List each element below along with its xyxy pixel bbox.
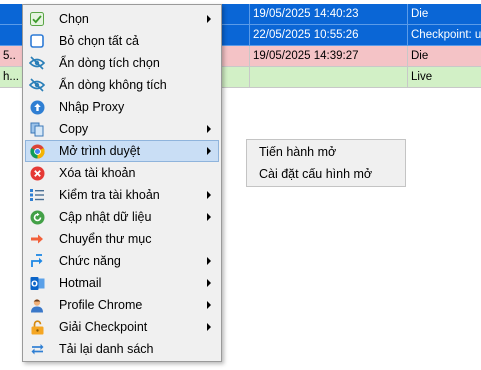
status-cell: Live (408, 67, 481, 88)
submenu-arrow-icon (207, 213, 211, 221)
submenu-arrow-icon (207, 323, 211, 331)
row-prefix-cell (0, 4, 24, 25)
menu-item-label: Chuyển thư mục (59, 232, 152, 246)
delete-circle-icon (29, 165, 45, 181)
context-menu: Chọn Bỏ chọn tất cả Ẩn dòng tích chọn Ẩn… (22, 4, 222, 362)
menu-item-label: Xóa tài khoản (59, 166, 136, 180)
menu-item-delete-account[interactable]: Xóa tài khoản (25, 162, 219, 184)
menu-item-functions[interactable]: Chức năng (25, 250, 219, 272)
menu-item-label: Chọn (59, 12, 89, 26)
row-prefix-cell (0, 25, 24, 46)
menu-item-label: Cập nhật dữ liệu (59, 210, 152, 224)
submenu-arrow-icon (207, 125, 211, 133)
date-cell (250, 67, 408, 88)
menu-item-label: Hotmail (59, 276, 102, 290)
refresh-circle-icon (29, 209, 45, 225)
submenu-arrow-icon (207, 257, 211, 265)
submenu-item-open-settings[interactable]: Cài đặt cấu hình mở (248, 163, 404, 185)
status-cell: Checkpoint: ur (408, 25, 481, 46)
svg-text:O: O (31, 279, 38, 288)
menu-item-update-data[interactable]: Cập nhật dữ liệu (25, 206, 219, 228)
menu-item-label: Bỏ chọn tất cả (59, 34, 139, 48)
status-cell: Die (408, 46, 481, 67)
menu-item-import-proxy[interactable]: Nhập Proxy (25, 96, 219, 118)
row-prefix-cell: h... (0, 67, 24, 88)
menu-item-check-account[interactable]: Kiểm tra tài khoản (25, 184, 219, 206)
arrow-right-icon (29, 231, 45, 247)
menu-item-label: Ẩn dòng tích chọn (59, 56, 160, 70)
menu-item-open-browser[interactable]: Mở trình duyệt (25, 140, 219, 162)
reload-arrows-icon (29, 341, 45, 357)
menu-item-label: Chức năng (59, 254, 121, 268)
checklist-icon (29, 187, 45, 203)
submenu-item-label: Cài đặt cấu hình mở (259, 167, 373, 181)
menu-item-label: Copy (59, 122, 89, 136)
menu-item-solve-checkpoint[interactable]: Giải Checkpoint (25, 316, 219, 338)
submenu-arrow-icon (207, 279, 211, 287)
date-cell: 19/05/2025 14:39:27 (250, 46, 408, 67)
menu-item-label: Giải Checkpoint (59, 320, 148, 334)
user-profile-icon (29, 297, 45, 313)
row-prefix-cell: 5.. (0, 46, 24, 67)
outlook-icon: O (29, 275, 45, 291)
menu-item-chon[interactable]: Chọn (25, 8, 219, 30)
chrome-icon (29, 143, 45, 159)
function-arrow-icon (29, 253, 45, 269)
submenu-arrow-icon (207, 301, 211, 309)
eye-hidden-icon (29, 77, 45, 93)
menu-item-deselect-all[interactable]: Bỏ chọn tất cả (25, 30, 219, 52)
checkbox-checked-icon (29, 11, 45, 27)
copy-icon (29, 121, 45, 137)
submenu-arrow-icon (207, 147, 211, 155)
submenu-item-label: Tiến hành mở (259, 145, 337, 159)
upload-circle-icon (29, 99, 45, 115)
menu-item-hide-unchecked[interactable]: Ẩn dòng không tích (25, 74, 219, 96)
date-cell: 22/05/2025 10:55:26 (250, 25, 408, 46)
menu-item-move-folder[interactable]: Chuyển thư mục (25, 228, 219, 250)
menu-item-label: Ẩn dòng không tích (59, 78, 167, 92)
submenu-arrow-icon (207, 15, 211, 23)
unlock-icon (29, 319, 45, 335)
submenu-item-start-open[interactable]: Tiến hành mở (248, 141, 404, 163)
submenu-arrow-icon (207, 191, 211, 199)
menu-item-label: Mở trình duyệt (59, 144, 141, 158)
checkbox-empty-icon (29, 33, 45, 49)
menu-item-hide-checked[interactable]: Ẩn dòng tích chọn (25, 52, 219, 74)
date-cell: 19/05/2025 14:40:23 (250, 4, 408, 25)
menu-item-label: Profile Chrome (59, 298, 143, 312)
open-browser-submenu: Tiến hành mở Cài đặt cấu hình mở (246, 139, 406, 187)
status-cell: Die (408, 4, 481, 25)
menu-item-profile-chrome[interactable]: Profile Chrome (25, 294, 219, 316)
menu-item-label: Nhập Proxy (59, 100, 125, 114)
eye-hidden-icon (29, 55, 45, 71)
menu-item-reload-list[interactable]: Tải lại danh sách (25, 338, 219, 360)
menu-item-hotmail[interactable]: O Hotmail (25, 272, 219, 294)
menu-item-label: Kiểm tra tài khoản (59, 188, 160, 202)
menu-item-label: Tải lại danh sách (59, 342, 154, 356)
menu-item-copy[interactable]: Copy (25, 118, 219, 140)
